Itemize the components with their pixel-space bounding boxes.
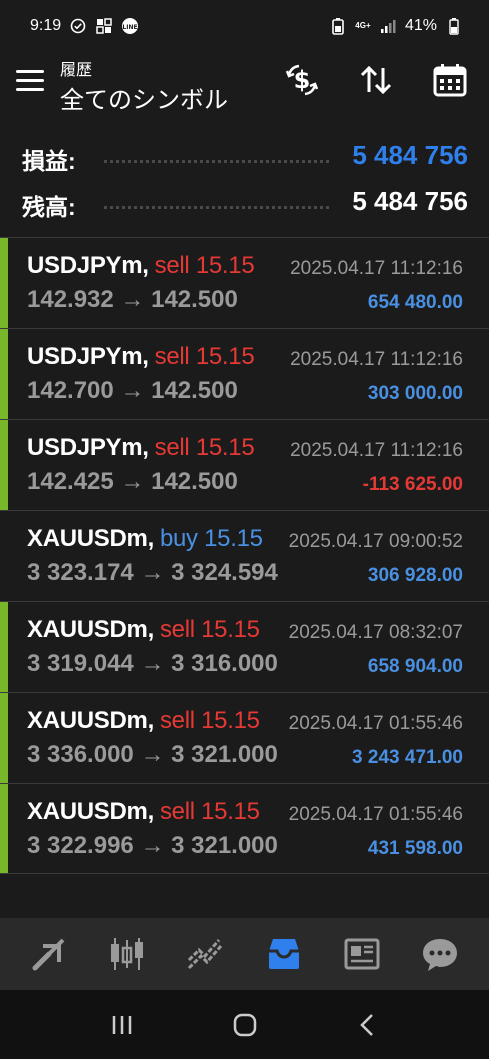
check-circle-icon bbox=[69, 17, 87, 35]
deal-time: 2025.04.17 01:55:46 bbox=[288, 804, 463, 825]
messages-icon[interactable] bbox=[413, 927, 467, 981]
deal-side: sell 15.15 bbox=[154, 434, 255, 461]
sort-icon[interactable] bbox=[356, 60, 396, 100]
grid-app-icon bbox=[95, 17, 113, 35]
deal-time: 2025.04.17 11:12:16 bbox=[290, 440, 463, 461]
deal-row[interactable]: USDJPYm, sell 15.15 2025.04.17 11:12:16 142… bbox=[0, 419, 489, 510]
chart-icon[interactable] bbox=[100, 927, 154, 981]
network-type: 4G+ bbox=[355, 21, 371, 30]
svg-text:$: $ bbox=[294, 66, 311, 94]
deal-symbol-line: USDJPYm, sell 15.15 bbox=[27, 252, 255, 280]
deal-symbol-line: XAUUSDm, buy 15.15 bbox=[27, 525, 263, 553]
deal-side-bar bbox=[0, 329, 8, 419]
deal-profit: 3 243 471.00 bbox=[352, 747, 463, 768]
deal-side-bar bbox=[0, 602, 8, 692]
deal-prices: 142.700 → 142.500 bbox=[27, 377, 238, 404]
news-icon[interactable] bbox=[335, 927, 389, 981]
deal-profit: 303 000.00 bbox=[367, 383, 463, 404]
deal-symbol: XAUUSDm, bbox=[27, 707, 154, 734]
deal-side: sell 15.15 bbox=[159, 616, 260, 643]
deal-symbol-line: XAUUSDm, sell 15.15 bbox=[27, 707, 260, 735]
profit-label: 損益: bbox=[22, 148, 76, 174]
profit-dots bbox=[104, 160, 329, 163]
deal-prices: 3 336.000 → 3 321.000 bbox=[27, 741, 278, 768]
deal-row[interactable]: XAUUSDm, sell 15.15 2025.04.17 01:55:46 3 3… bbox=[0, 783, 489, 874]
menu-icon[interactable] bbox=[16, 70, 44, 92]
deal-row[interactable]: XAUUSDm, sell 15.15 2025.04.17 08:32:07 3 3… bbox=[0, 601, 489, 692]
deal-symbol: USDJPYm, bbox=[27, 434, 149, 461]
deals-list: USDJPYm, sell 15.15 2025.04.17 11:12:16 142… bbox=[0, 237, 489, 874]
deal-side: buy 15.15 bbox=[159, 525, 263, 552]
deal-symbol: USDJPYm, bbox=[27, 252, 149, 279]
deal-profit: -113 625.00 bbox=[362, 474, 463, 495]
deal-symbol-line: USDJPYm, sell 15.15 bbox=[27, 434, 255, 462]
balance-row: 残高: 5 484 756 bbox=[0, 182, 489, 228]
line-app-icon: LINE bbox=[121, 17, 139, 35]
clock: 9:19 bbox=[30, 17, 62, 34]
deal-symbol: XAUUSDm, bbox=[27, 798, 154, 825]
deal-prices: 3 323.174 → 3 324.594 bbox=[27, 559, 278, 586]
deal-row[interactable]: USDJPYm, sell 15.15 2025.04.17 11:12:16 142… bbox=[0, 237, 489, 328]
deal-symbol-line: XAUUSDm, sell 15.15 bbox=[27, 616, 260, 644]
deal-time: 2025.04.17 09:00:52 bbox=[288, 531, 463, 552]
profit-value: 5 484 756 bbox=[352, 140, 468, 170]
deal-time: 2025.04.17 08:32:07 bbox=[288, 622, 463, 643]
app-bar: 履歴 全てのシンボル $ bbox=[0, 52, 489, 122]
deal-side: sell 15.15 bbox=[154, 252, 255, 279]
deal-prices: 3 322.996 → 3 321.000 bbox=[27, 832, 278, 859]
deal-time: 2025.04.17 11:12:16 bbox=[290, 349, 463, 370]
deal-side: sell 15.15 bbox=[159, 798, 260, 825]
calendar-icon[interactable] bbox=[430, 60, 470, 100]
battery-icon bbox=[445, 17, 463, 35]
battery-percent: 41% bbox=[404, 17, 437, 34]
signal-icon bbox=[379, 17, 397, 35]
deal-symbol-line: USDJPYm, sell 15.15 bbox=[27, 343, 255, 371]
back-button[interactable] bbox=[348, 1005, 388, 1045]
balance-dots bbox=[104, 206, 329, 209]
battery-saver-icon bbox=[329, 17, 347, 35]
balance-value: 5 484 756 bbox=[352, 186, 468, 216]
deal-side: sell 15.15 bbox=[154, 343, 255, 370]
page-title[interactable]: 全てのシンボル bbox=[60, 80, 228, 115]
summary: 損益: 5 484 756 残高: 5 484 756 bbox=[0, 136, 489, 228]
bottom-nav bbox=[0, 918, 489, 990]
deal-symbol: USDJPYm, bbox=[27, 343, 149, 370]
deal-profit: 658 904.00 bbox=[367, 656, 463, 677]
system-nav bbox=[0, 990, 489, 1059]
deal-prices: 3 319.044 → 3 316.000 bbox=[27, 650, 278, 677]
deal-row[interactable]: XAUUSDm, sell 15.15 2025.04.17 01:55:46 3 3… bbox=[0, 692, 489, 783]
status-bar-right: 4G+ 41% bbox=[329, 17, 463, 35]
deal-prices: 142.425 → 142.500 bbox=[27, 468, 238, 495]
deal-side-bar bbox=[0, 238, 8, 328]
dollar-exchange-icon[interactable]: $ bbox=[282, 60, 322, 100]
history-icon[interactable] bbox=[257, 927, 311, 981]
deal-side: sell 15.15 bbox=[159, 707, 260, 734]
trade-icon[interactable] bbox=[178, 927, 232, 981]
deal-symbol: XAUUSDm, bbox=[27, 616, 154, 643]
page-subtitle: 履歴 bbox=[60, 62, 93, 79]
profit-row: 損益: 5 484 756 bbox=[0, 136, 489, 182]
deal-side-bar bbox=[0, 420, 8, 510]
deal-profit: 654 480.00 bbox=[367, 292, 463, 313]
svg-text:LINE: LINE bbox=[123, 24, 138, 31]
deal-symbol-line: XAUUSDm, sell 15.15 bbox=[27, 798, 260, 826]
deal-side-bar bbox=[0, 784, 8, 873]
deal-time: 2025.04.17 11:12:16 bbox=[290, 258, 463, 279]
deal-side-bar bbox=[0, 693, 8, 783]
balance-label: 残高: bbox=[22, 194, 76, 220]
recents-button[interactable] bbox=[102, 1005, 142, 1045]
quotes-icon[interactable] bbox=[22, 927, 76, 981]
status-bar: 9:19 LINE 4G+ 41% bbox=[0, 0, 489, 52]
deal-symbol: XAUUSDm, bbox=[27, 525, 154, 552]
deal-prices: 142.932 → 142.500 bbox=[27, 286, 238, 313]
status-bar-left: 9:19 LINE bbox=[30, 17, 139, 35]
deal-time: 2025.04.17 01:55:46 bbox=[288, 713, 463, 734]
deal-profit: 431 598.00 bbox=[367, 838, 463, 859]
deal-row[interactable]: XAUUSDm, buy 15.15 2025.04.17 09:00:52 3 32… bbox=[0, 510, 489, 601]
deal-profit: 306 928.00 bbox=[367, 565, 463, 586]
home-button[interactable] bbox=[225, 1005, 265, 1045]
deal-row[interactable]: USDJPYm, sell 15.15 2025.04.17 11:12:16 142… bbox=[0, 328, 489, 419]
